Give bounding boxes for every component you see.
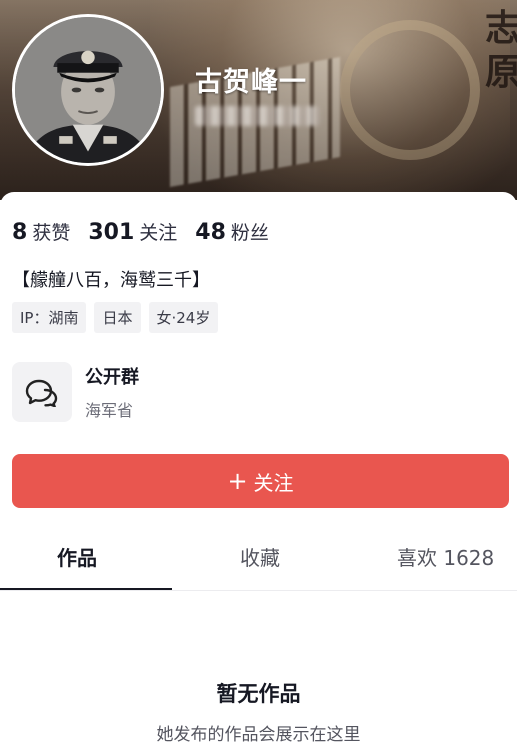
empty-state-subtitle: 她发布的作品会展示在这里 [156,725,361,745]
avatar-portrait [15,17,161,163]
account-id-blurred [195,106,320,126]
tab-divider [0,590,517,591]
group-subtitle: 海军省 [85,401,134,420]
follow-button[interactable]: + 关注 [12,454,509,508]
stat-count: 301 [88,220,135,245]
stat-count: 48 [195,220,226,245]
chat-bubbles-icon [12,362,72,422]
stat-followers[interactable]: 48 粉丝 [195,218,269,245]
stats-row: 8 获赞 301 关注 48 粉丝 [12,218,287,245]
follow-button-label: 关注 [253,470,294,495]
plus-icon: + [227,467,248,495]
tag-region: 日本 [94,302,141,333]
nickname: 古贺峰一 [195,67,307,98]
tab-favorites[interactable]: 收藏 [240,542,280,571]
group-title: 公开群 [85,367,139,388]
stat-count: 8 [12,220,28,245]
stat-label: 获赞 [32,222,71,244]
bio-text: 【艨艟八百，海鹫三千】 [12,270,210,291]
avatar[interactable] [12,14,164,166]
public-group-entry[interactable]: 公开群 海军省 [12,362,139,422]
tag-ip-location: IP：湖南 [12,302,87,333]
tab-works[interactable]: 作品 [57,542,97,571]
content-tabs: 作品 收藏 喜欢 1628 [0,542,517,592]
stat-label: 粉丝 [230,222,269,244]
profile-card: 8 获赞 301 关注 48 粉丝 【艨艟八百，海鹫三千】 IP：湖南 日本 女… [0,192,517,756]
stat-likes[interactable]: 8 获赞 [12,218,70,245]
tag-list: IP：湖南 日本 女·24岁 [12,302,226,333]
tag-gender-age: 女·24岁 [148,302,219,333]
empty-state-title: 暂无作品 [216,682,301,706]
tab-likes[interactable]: 喜欢 1628 [397,542,494,571]
stat-label: 关注 [139,222,178,244]
stat-following[interactable]: 301 关注 [88,218,177,245]
